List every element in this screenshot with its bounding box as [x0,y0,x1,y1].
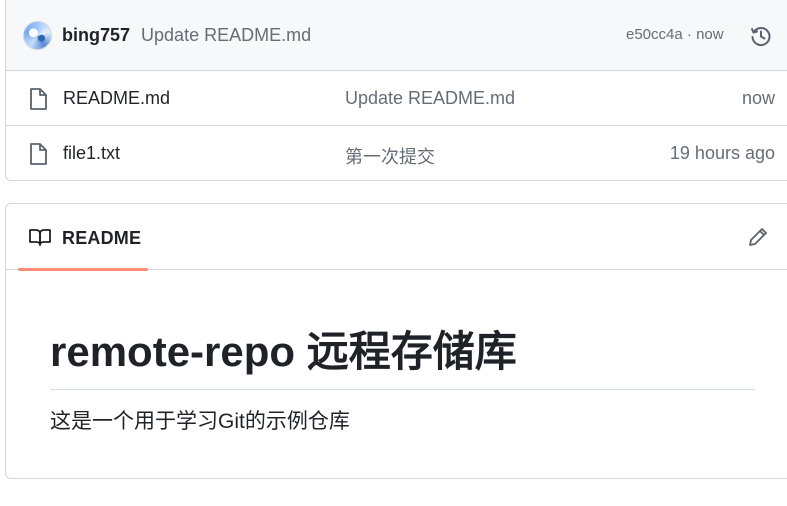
file-icon [30,88,47,110]
file-commit-time: now [741,88,775,108]
readme-paragraph: 这是一个用于学习Git的示例仓库 [50,410,350,433]
book-icon [29,229,51,246]
active-tab-underline [18,268,148,271]
readme-title: remote-repo 远程存储库 [50,318,755,390]
history-icon[interactable] [749,24,773,48]
commit-time: now [696,26,724,43]
file-commit-time: 19 hours ago [669,143,775,163]
latest-commit-bar: bing757 Update README.md e50cc4a · now [6,0,787,71]
readme-header: README [6,204,787,271]
tab-readme[interactable]: README [18,204,148,271]
commit-hash[interactable]: e50cc4a [626,26,683,43]
file-row[interactable]: file1.txt 第一次提交 19 hours ago [6,126,787,180]
readme-panel: README remote-repo 远程存储库 这是一个用于学习Git的示例仓… [5,203,787,479]
file-name[interactable]: file1.txt [63,143,120,164]
file-list: bing757 Update README.md e50cc4a · now R… [5,0,787,181]
commit-separator: · [686,26,692,43]
file-commit-message[interactable]: 第一次提交 [345,143,435,169]
readme-tab-label: README [62,228,142,248]
file-icon [30,143,47,165]
file-commit-message[interactable]: Update README.md [345,88,515,109]
avatar[interactable] [23,20,52,50]
commit-meta: e50cc4a · now [626,26,724,43]
file-row[interactable]: README.md Update README.md now [6,71,787,126]
commit-message[interactable]: Update README.md [141,25,311,46]
file-name[interactable]: README.md [63,88,170,109]
pencil-icon[interactable] [747,226,769,248]
commit-author[interactable]: bing757 [62,25,130,46]
